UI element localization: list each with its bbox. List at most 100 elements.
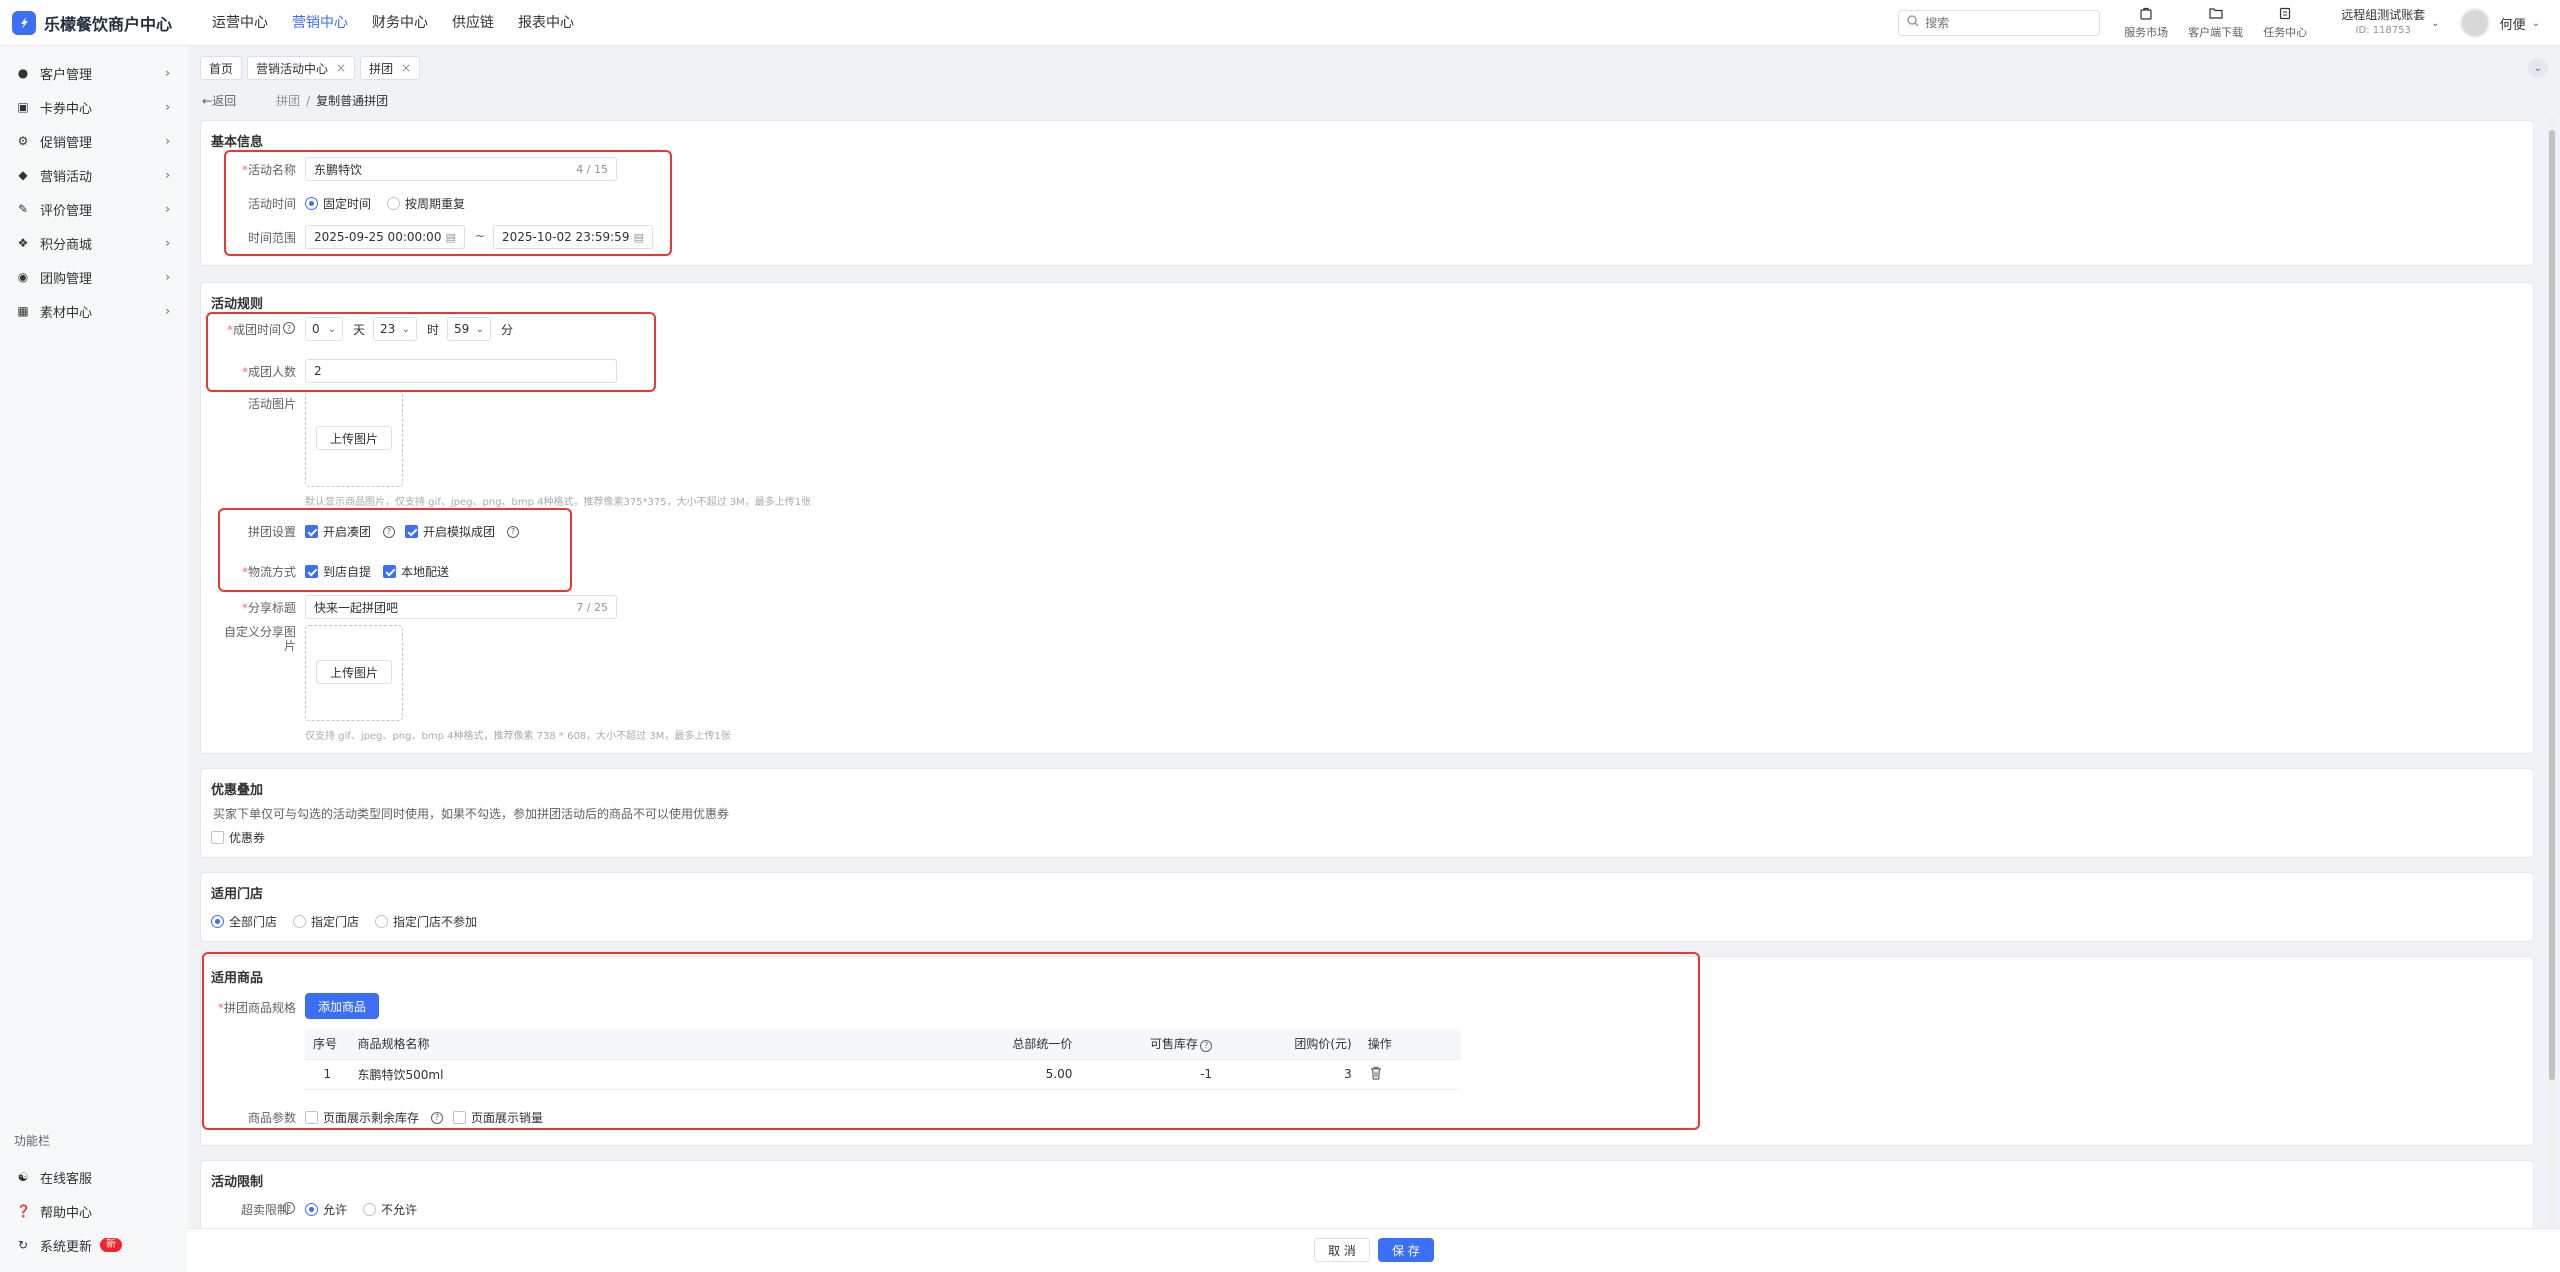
group-size-input[interactable]: 2 — [305, 359, 617, 383]
field-label: *物流方式 — [241, 565, 296, 579]
sidebar-item-coupons[interactable]: ▣ 卡券中心 › — [0, 90, 188, 124]
sidebar-item-label: 在线客服 — [40, 1171, 93, 1187]
user-chevron-down-icon[interactable]: ⌄ — [2532, 18, 2540, 29]
radio-repeat-period[interactable]: 按周期重复 — [387, 195, 465, 212]
sidebar-item-group-buying[interactable]: ◉ 团购管理 › — [0, 260, 188, 294]
user-icon: ● — [17, 66, 29, 80]
topnav-finance[interactable]: 财务中心 — [360, 0, 440, 46]
question-icon[interactable]: ? — [383, 525, 396, 538]
scrollbar-thumb[interactable] — [2549, 130, 2555, 1080]
input-value: 东鹏特饮 — [314, 162, 363, 177]
char-count: 7 / 25 — [576, 600, 608, 614]
top-bar: 乐檬餐饮商户中心 运营中心 营销中心 财务中心 供应链 报表中心 服务市场 客户… — [0, 0, 2560, 46]
tab-label: 拼团 — [369, 61, 394, 76]
radio-disallow[interactable]: 不允许 — [363, 1201, 417, 1218]
upload-image-button[interactable]: 上传图片 — [316, 660, 392, 684]
tab-group-buy[interactable]: 拼团 × — [360, 56, 421, 80]
checkbox-local-delivery[interactable]: 本地配送 — [383, 563, 449, 580]
account-switcher[interactable]: 远程组测试账套 ID: 118753 — [2341, 8, 2425, 38]
avatar[interactable] — [2459, 8, 2490, 38]
task-center-button[interactable]: 任务中心 — [2263, 6, 2307, 40]
question-icon[interactable]: ? — [431, 1111, 444, 1124]
save-button[interactable]: 保 存 — [1378, 1238, 1434, 1262]
topnav-marketing[interactable]: 营销中心 — [280, 0, 360, 46]
download-folder-icon — [2209, 6, 2223, 24]
user-name[interactable]: 何便 — [2500, 14, 2526, 33]
column-header: 操作 — [1359, 1029, 1461, 1060]
back-link[interactable]: ←返回 — [202, 92, 236, 109]
service-market-label: 服务市场 — [2124, 26, 2169, 39]
limits-panel: 活动限制 超卖限制 ? 允许 不允许 — [200, 1160, 2534, 1230]
section-title: 适用商品 — [211, 971, 264, 986]
tabs-collapse-button[interactable]: ⌄ — [2528, 58, 2548, 78]
start-date-input[interactable]: 2025-09-25 00:00:00 ▤ — [305, 225, 465, 249]
cancel-button[interactable]: 取 消 — [1314, 1238, 1370, 1262]
share-image-hint: 仅支持 gif、jpeg、png、bmp 4种格式，推荐像素 738 * 608… — [305, 731, 731, 742]
account-name: 远程组测试账套 — [2341, 8, 2426, 22]
topnav-reports[interactable]: 报表中心 — [506, 0, 586, 46]
checkbox-enable-join[interactable]: 开启凑团 — [305, 523, 371, 540]
radio-specified-stores[interactable]: 指定门店 — [293, 913, 359, 930]
end-date-input[interactable]: 2025-10-02 23:59:59 ▤ — [493, 225, 653, 249]
share-title-input[interactable]: 快来一起拼团吧 7 / 25 — [305, 595, 617, 619]
section-title: 优惠叠加 — [211, 783, 264, 798]
section-title: 活动限制 — [211, 1175, 264, 1190]
add-goods-button[interactable]: 添加商品 — [305, 993, 379, 1019]
checkbox-coupon[interactable]: 优惠券 — [211, 829, 265, 846]
topnav-supply-chain[interactable]: 供应链 — [440, 0, 506, 46]
close-icon[interactable]: × — [401, 61, 411, 75]
new-badge: 新 — [100, 1238, 123, 1252]
section-title: 活动规则 — [211, 297, 264, 312]
chevron-down-icon: ⌄ — [475, 323, 484, 335]
range-separator: ~ — [475, 229, 486, 243]
question-icon[interactable]: ? — [283, 322, 295, 334]
search-input[interactable] — [1925, 16, 2086, 30]
radio-allow[interactable]: 允许 — [305, 1201, 347, 1218]
tab-home[interactable]: 首页 — [200, 56, 243, 80]
sidebar-item-online-support[interactable]: ☯ 在线客服 — [0, 1160, 188, 1194]
group-price[interactable]: 3 — [1220, 1059, 1360, 1090]
calendar-icon: ▤ — [445, 230, 456, 244]
checkbox-show-sales[interactable]: 页面展示销量 — [453, 1109, 543, 1126]
day-unit: 天 — [353, 323, 366, 337]
sidebar-item-label: 帮助中心 — [40, 1205, 93, 1221]
breadcrumb: ←返回 拼团 / 复制普通拼团 — [202, 92, 388, 109]
hour-select[interactable]: 23 ⌄ — [373, 317, 417, 341]
sidebar-item-label: 系统更新 — [40, 1239, 93, 1255]
day-select[interactable]: 0 ⌄ — [305, 317, 343, 341]
checkbox-simulate-group[interactable]: 开启模拟成团 — [405, 523, 495, 540]
chevron-down-icon: ⌄ — [2533, 62, 2543, 74]
radio-exclude-stores[interactable]: 指定门店不参加 — [375, 913, 477, 930]
radio-all-stores[interactable]: 全部门店 — [211, 913, 277, 930]
account-id: ID: 118753 — [2355, 25, 2411, 36]
chevron-down-icon[interactable]: ⌄ — [2431, 18, 2439, 29]
question-icon[interactable]: ? — [507, 525, 520, 538]
question-icon[interactable]: ? — [283, 1202, 295, 1214]
minute-unit: 分 — [501, 323, 514, 337]
tab-marketing-center[interactable]: 营销活动中心 × — [247, 56, 356, 80]
column-header: 团购价(元) — [1220, 1029, 1360, 1060]
client-download-button[interactable]: 客户端下载 — [2188, 6, 2243, 40]
sidebar-item-customers[interactable]: ● 客户管理 › — [0, 56, 188, 90]
input-value: 2025-10-02 23:59:59 — [502, 230, 630, 244]
sidebar-item-system-update[interactable]: ↻ 系统更新新 — [0, 1228, 188, 1262]
trash-icon[interactable] — [1359, 1059, 1461, 1090]
activity-name-input[interactable]: 东鹏特饮 4 / 15 — [305, 157, 617, 181]
sidebar-item-promotions[interactable]: ⚙ 促销管理 › — [0, 124, 188, 158]
upload-image-button[interactable]: 上传图片 — [316, 426, 392, 450]
radio-fixed-time[interactable]: 固定时间 — [305, 195, 371, 212]
page-scrollbar[interactable] — [2548, 116, 2556, 1226]
breadcrumb-parent[interactable]: 拼团 — [276, 92, 300, 109]
checkbox-store-pickup[interactable]: 到店自提 — [305, 563, 371, 580]
question-icon[interactable]: ? — [1200, 1039, 1213, 1052]
search-icon — [1907, 15, 1919, 31]
app-logo[interactable]: 乐檬餐饮商户中心 — [0, 10, 200, 35]
service-market-button[interactable]: 服务市场 — [2124, 6, 2168, 40]
search-box — [1898, 10, 2101, 36]
close-icon[interactable]: × — [336, 61, 346, 75]
checkbox-show-stock[interactable]: 页面展示剩余库存 — [305, 1109, 419, 1126]
minute-select[interactable]: 59 ⌄ — [447, 317, 491, 341]
review-icon: ✎ — [17, 202, 29, 216]
topnav-operations[interactable]: 运营中心 — [200, 0, 280, 46]
sidebar-item-label: 客户管理 — [40, 67, 93, 83]
